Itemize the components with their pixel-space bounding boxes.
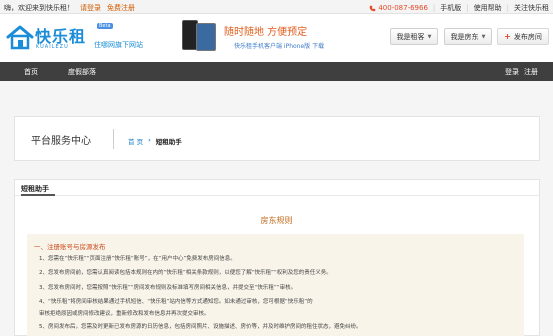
house-logo-icon [6, 25, 34, 50]
mobile-version-link[interactable]: 手机版 [440, 3, 461, 13]
rule-line: 5、房间发布后，您需及时更新已发布房源的日历信息，包括房间照片、设施描述、房价等… [39, 324, 362, 330]
help-link[interactable]: 使用帮助 [474, 3, 502, 13]
top-bar: 嗨，欢迎来到快乐租！ 请登录 免费注册 400-087-6966 | 手机版 |… [0, 0, 553, 14]
plus-icon: + [504, 32, 511, 41]
rule-line: 3、您发布房间时，您需按照“快乐租”“房间发布规则及标准填写房间相关信息，并提交… [39, 285, 297, 291]
site-logo[interactable]: 快乐租 Beta KUAILEZU 住哪网旗下网站 [6, 22, 156, 56]
welcome-text: 嗨，欢迎来到快乐租！ [4, 4, 74, 12]
promo-title: 随时随地 方便预定 [224, 27, 308, 38]
chevron-down-icon: ▼ [481, 33, 486, 40]
rule-line: 1、您需在“快乐租”“页面注册”快乐租“账号”，在“用户中心”免费发布房间信息。 [39, 256, 236, 262]
rules-heading: 房东规则 [260, 216, 293, 225]
app-promo-banner[interactable]: 随时随地 方便预定 快乐租手机客户端 iPhone版 下载 [180, 17, 345, 57]
page-title: 平台服务中心 [31, 136, 91, 147]
rule-line: 审核拒绝原因或房间修改建议，重新修改和发布信息并再次提交审核。 [39, 311, 210, 317]
divider: | [466, 4, 469, 12]
breadcrumb-current: 短租助手 [155, 138, 182, 146]
hotline: 400-087-6966 [369, 4, 428, 12]
hotline-number: 400-087-6966 [378, 4, 428, 12]
landlord-menu-button[interactable]: 我是房东 ▼ [444, 28, 492, 45]
top-bar-left: 嗨，欢迎来到快乐租！ 请登录 免费注册 [4, 3, 135, 13]
section-title: 一、注册账号与房源发布 [34, 243, 106, 251]
main-nav: 首页 度假部落 登录 注册 [0, 62, 553, 81]
register-link[interactable]: 免费注册 [107, 3, 135, 13]
rules-panel: 一、注册账号与房源发布 1、您需在“快乐租”“页面注册”快乐租“账号”，在“用户… [27, 234, 524, 336]
brand-slogan: 住哪网旗下网站 [94, 41, 143, 49]
breadcrumb-separator: › [148, 136, 151, 144]
nav-login-link[interactable]: 登录 [505, 67, 519, 77]
tablet-illustration [196, 23, 216, 51]
login-link[interactable]: 请登录 [80, 3, 101, 13]
tenant-menu-label: 我是租客 [396, 32, 425, 41]
nav-item-tour[interactable]: 度假部落 [68, 67, 96, 77]
breadcrumb-home-link[interactable]: 首 页 [128, 136, 143, 146]
service-center-header: 平台服务中心 首 页 › 短租助手 [14, 116, 540, 161]
breadcrumb: 首 页 › 短租助手 [128, 136, 182, 146]
beta-badge: Beta [97, 23, 113, 29]
phone-icon [370, 5, 376, 11]
publish-room-label: 发布房间 [513, 32, 542, 41]
rule-line: 2、您发布房间前，您需认真阅读包括本规则在内的“快乐租”相关条款规则，以便您了解… [39, 270, 332, 276]
follow-link[interactable]: 关注快乐租 [514, 3, 549, 13]
top-bar-right: 400-087-6966 | 手机版 | 使用帮助 | 关注快乐租 [369, 3, 549, 13]
nav-item-home[interactable]: 首页 [24, 67, 38, 77]
rule-line: 4、“快乐租”将房间审核结果通过手机短信、“快乐租”站内信等方式通知您。如未通过… [39, 299, 313, 305]
content-panel-title: 短租助手 [21, 185, 49, 193]
divider: | [432, 4, 436, 12]
landlord-menu-label: 我是房东 [450, 32, 479, 41]
divider: | [506, 4, 509, 12]
site-header: 快乐租 Beta KUAILEZU 住哪网旗下网站 随时随地 方便预定 快乐租手… [0, 15, 553, 61]
title-underline [21, 194, 55, 196]
brand-english: KUAILEZU [36, 44, 69, 50]
divider [113, 129, 114, 149]
promo-download-link[interactable]: 快乐租手机客户端 iPhone版 下载 [234, 41, 324, 50]
nav-register-link[interactable]: 注册 [524, 67, 538, 77]
publish-room-button[interactable]: + 发布房间 [497, 28, 549, 45]
content-panel-header: 短租助手 [15, 180, 539, 196]
tenant-menu-button[interactable]: 我是租客 ▼ [390, 28, 438, 45]
chevron-down-icon: ▼ [427, 33, 432, 40]
